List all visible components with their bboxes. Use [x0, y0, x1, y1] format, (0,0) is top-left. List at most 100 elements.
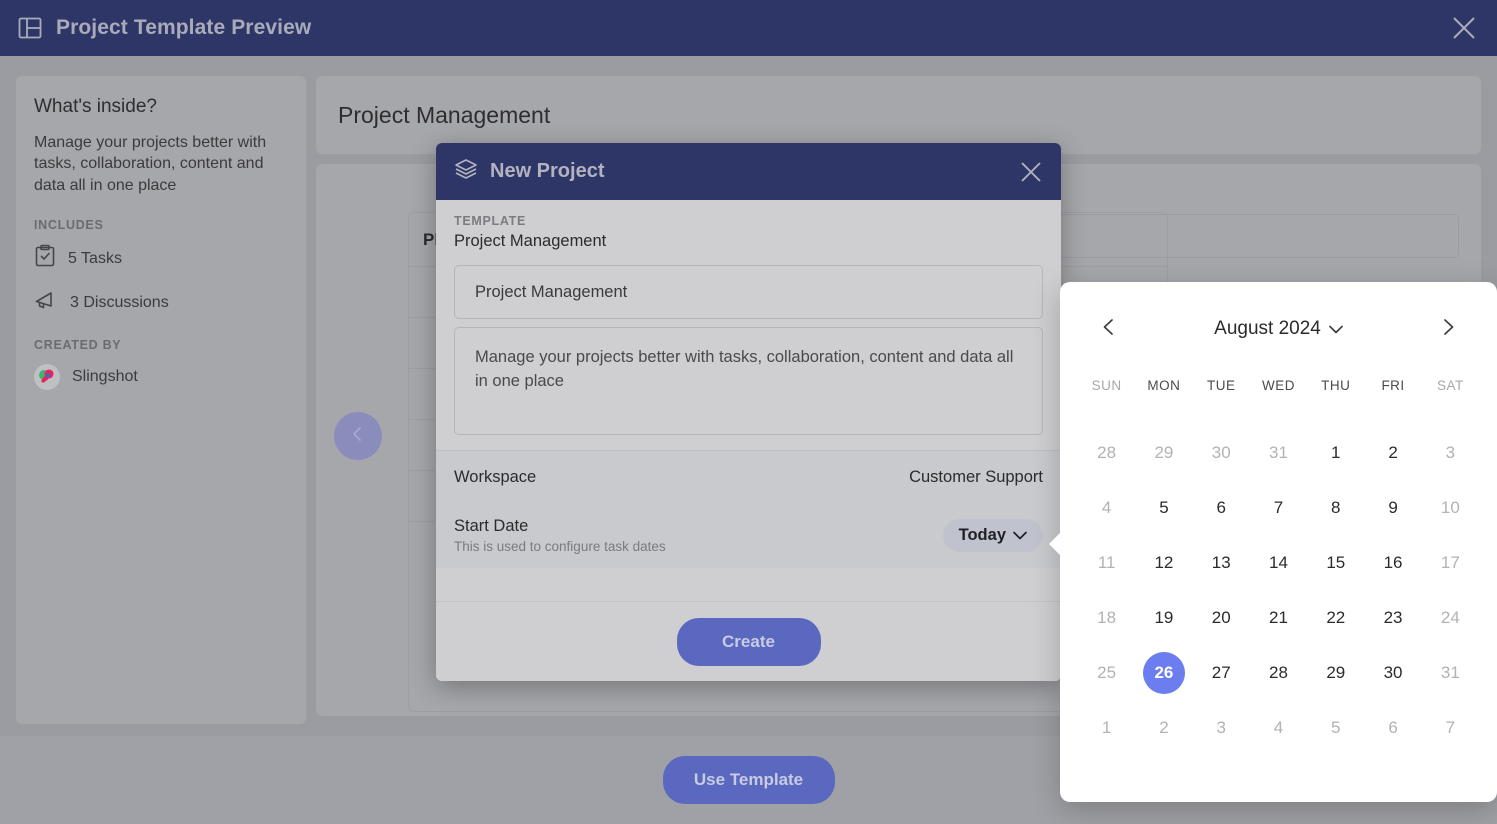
calendar-month-label: August 2024: [1214, 318, 1321, 339]
project-description-input[interactable]: Manage your projects better with tasks, …: [454, 327, 1043, 435]
calendar-day[interactable]: 16: [1364, 535, 1421, 590]
calendar-day[interactable]: 25: [1078, 645, 1135, 700]
calendar-day-number: 24: [1440, 607, 1460, 627]
calendar-day-number: 1: [1101, 717, 1112, 737]
calendar-day[interactable]: 5: [1307, 700, 1364, 755]
calendar-day-number: 6: [1388, 717, 1398, 737]
calendar-day[interactable]: 15: [1307, 535, 1364, 590]
calendar-day[interactable]: 27: [1193, 645, 1250, 700]
top-bar-left: Project Template Preview: [18, 16, 311, 40]
calendar-day-number: 10: [1440, 497, 1460, 517]
calendar-day[interactable]: 1: [1078, 700, 1135, 755]
calendar-day[interactable]: 23: [1364, 590, 1421, 645]
calendar-day[interactable]: 3: [1193, 700, 1250, 755]
calendar-day-number: 28: [1269, 662, 1288, 682]
calendar-day-number: 20: [1211, 607, 1231, 627]
calendar-day-number: 29: [1326, 662, 1346, 682]
start-date-setting-row[interactable]: Start Date This is used to configure tas…: [436, 503, 1061, 568]
calendar-day-number: 17: [1440, 552, 1460, 572]
dialog-close-icon[interactable]: [1015, 156, 1047, 188]
created-by-name: Slingshot: [72, 368, 138, 386]
calendar-day[interactable]: 18: [1078, 590, 1135, 645]
workspace-setting-row[interactable]: Workspace Customer Support: [436, 451, 1061, 503]
calendar-day[interactable]: 2: [1135, 700, 1192, 755]
dialog-body: TEMPLATE Project Management Manage your …: [436, 200, 1061, 440]
calendar-month-selector[interactable]: August 2024: [1214, 318, 1343, 340]
calendar-day[interactable]: 11: [1078, 535, 1135, 590]
calendar-day[interactable]: 21: [1250, 590, 1307, 645]
includes-item-discussions: 3 Discussions: [34, 289, 288, 316]
calendar-day[interactable]: 30: [1193, 425, 1250, 480]
calendar-day[interactable]: 28: [1250, 645, 1307, 700]
megaphone-icon: [34, 289, 58, 316]
calendar-day[interactable]: 12: [1135, 535, 1192, 590]
calendar-day[interactable]: 28: [1078, 425, 1135, 480]
calendar-day[interactable]: 8: [1307, 480, 1364, 535]
use-template-button[interactable]: Use Template: [662, 756, 835, 804]
calendar-day[interactable]: 4: [1250, 700, 1307, 755]
calendar-day[interactable]: 19: [1135, 590, 1192, 645]
calendar-day[interactable]: 31: [1250, 425, 1307, 480]
template-description: Manage your projects better with tasks, …: [34, 134, 267, 194]
calendar-day[interactable]: 29: [1307, 645, 1364, 700]
layers-icon: [454, 157, 478, 186]
calendar-day[interactable]: 20: [1193, 590, 1250, 645]
calendar-day-number: 15: [1326, 552, 1346, 572]
calendar-day[interactable]: 31: [1422, 645, 1479, 700]
calendar-day-number: 11: [1097, 552, 1116, 572]
calendar-day[interactable]: 7: [1250, 480, 1307, 535]
workspace-value: Customer Support: [909, 467, 1043, 486]
calendar-day-names-row: SUN MON TUE WED THU FRI SAT: [1078, 370, 1479, 409]
calendar-day[interactable]: 10: [1422, 480, 1479, 535]
calendar-day-number: 12: [1154, 552, 1174, 572]
start-date-dropdown[interactable]: Today: [942, 519, 1043, 552]
calendar-day[interactable]: 5: [1135, 480, 1192, 535]
calendar-next-month-button[interactable]: [1431, 312, 1465, 346]
calendar-day[interactable]: 22: [1307, 590, 1364, 645]
calendar-day-number: 9: [1388, 497, 1398, 517]
calendar-day[interactable]: 1: [1307, 425, 1364, 480]
calendar-day-name: WED: [1261, 378, 1295, 393]
whats-inside-heading: What's inside?: [34, 96, 157, 117]
create-button[interactable]: Create: [676, 617, 821, 666]
calendar-day[interactable]: 24: [1422, 590, 1479, 645]
calendar-day[interactable]: 13: [1193, 535, 1250, 590]
created-by-label: CREATED BY: [34, 338, 122, 353]
calendar-day[interactable]: 3: [1422, 425, 1479, 480]
calendar-day-number: 23: [1383, 607, 1403, 627]
calendar-day[interactable]: 30: [1364, 645, 1421, 700]
calendar-day[interactable]: 2: [1364, 425, 1421, 480]
close-icon[interactable]: [1447, 11, 1481, 45]
calendar-day[interactable]: 17: [1422, 535, 1479, 590]
calendar-day-number: 16: [1383, 552, 1403, 572]
previous-template-button[interactable]: [334, 412, 382, 460]
calendar-day-number: 3: [1216, 717, 1226, 737]
dialog-title: New Project: [490, 160, 605, 182]
calendar-day-selected[interactable]: 26: [1135, 645, 1192, 700]
chevron-down-icon: [1013, 526, 1027, 545]
includes-item-label: 3 Discussions: [70, 293, 169, 311]
app-root: Project Template Preview What's inside? …: [0, 0, 1497, 824]
slingshot-logo-icon: [34, 364, 60, 391]
calendar-day[interactable]: 6: [1364, 700, 1421, 755]
calendar-day-name: FRI: [1381, 378, 1405, 393]
calendar-day-number: 7: [1273, 497, 1284, 517]
includes-label: INCLUDES: [34, 218, 104, 233]
calendar-day-number: 4: [1101, 497, 1112, 517]
main-title: Project Management: [338, 101, 551, 128]
project-name-input[interactable]: [454, 265, 1043, 319]
calendar-day[interactable]: 14: [1250, 535, 1307, 590]
calendar-prev-month-button[interactable]: [1092, 312, 1126, 346]
calendar-day-number: 1: [1331, 442, 1341, 462]
clipboard-check-icon: [34, 244, 56, 273]
calendar-day-number: 26: [1142, 651, 1185, 694]
calendar-day[interactable]: 9: [1364, 480, 1421, 535]
calendar-day[interactable]: 7: [1422, 700, 1479, 755]
calendar-day-number: 2: [1388, 442, 1398, 462]
calendar-days-grid: 28 29 30 31 1 2 3 4 5 6 7 8 9 10 11 12 13 14 15 16 17 18 19 20 2…: [1078, 425, 1479, 755]
calendar-day[interactable]: 6: [1193, 480, 1250, 535]
calendar-day[interactable]: 29: [1135, 425, 1192, 480]
chevron-left-icon: [1099, 317, 1119, 342]
calendar-day[interactable]: 4: [1078, 480, 1135, 535]
start-date-label: Start Date: [454, 517, 529, 535]
